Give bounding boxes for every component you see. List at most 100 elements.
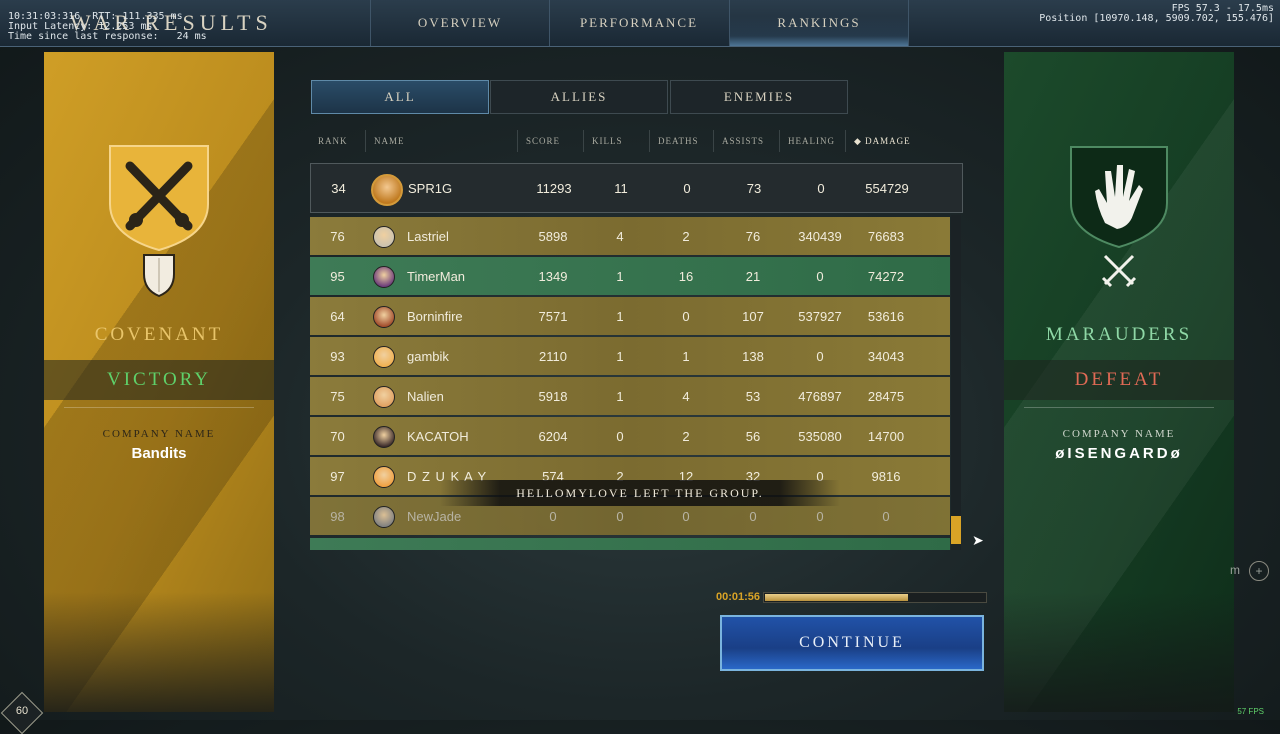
rank-cell: 70 <box>330 428 345 444</box>
score-cell: 1349 <box>538 268 568 284</box>
timer-progress-fill <box>765 594 908 601</box>
rank-cell: 64 <box>330 308 345 324</box>
damage-cell: 9816 <box>871 468 901 484</box>
player-name: gambik <box>407 348 449 364</box>
deaths-cell: 4 <box>682 388 690 404</box>
damage-cell: 554729 <box>865 180 909 196</box>
avatar <box>373 386 395 408</box>
group-notification: HELLOMYLOVE LEFT THE GROUP. <box>440 480 840 506</box>
filter-tab-all[interactable]: ALL <box>311 80 489 114</box>
damage-cell: 74272 <box>867 268 905 284</box>
score-cell: 5898 <box>538 228 568 244</box>
assists-cell: 107 <box>742 308 764 324</box>
assists-cell: 76 <box>745 228 761 244</box>
table-header: RANK NAME SCORE KILLS DEATHS ASSISTS HEA… <box>310 130 965 152</box>
debug-line: Time since last response: 24 ms <box>8 31 207 42</box>
tab-performance[interactable]: PERFORMANCE <box>549 0 728 46</box>
table-row-partial <box>310 538 950 550</box>
assists-cell: 138 <box>742 348 764 364</box>
kills-cell: 1 <box>616 388 624 404</box>
rank-cell: 93 <box>330 348 345 364</box>
timer-progress-bar <box>763 592 987 603</box>
rank-cell: 97 <box>330 468 345 484</box>
kills-cell: 4 <box>616 228 624 244</box>
damage-cell: 34043 <box>867 348 905 364</box>
continue-button[interactable]: CONTINUE <box>720 615 984 671</box>
right-company-name: øISENGARDø <box>1055 445 1183 462</box>
kills-cell: 1 <box>616 308 624 324</box>
score-cell: 7571 <box>538 308 568 324</box>
healing-cell: 535080 <box>798 428 842 444</box>
deaths-cell: 16 <box>678 268 694 284</box>
table-row[interactable]: 70 6204 0 2 56 535080 14700 KACATOH <box>310 417 950 455</box>
healing-cell: 0 <box>817 180 825 196</box>
col-damage[interactable]: ◆ DAMAGE <box>845 130 915 152</box>
fps-counter: 57 FPS <box>1237 707 1264 716</box>
shield-icon <box>143 254 175 298</box>
deaths-cell: 0 <box>682 308 690 324</box>
assists-cell: 73 <box>746 180 762 196</box>
avatar <box>373 506 395 528</box>
kills-cell: 1 <box>616 348 624 364</box>
avatar <box>373 466 395 488</box>
filter-tab-allies[interactable]: ALLIES <box>490 80 668 114</box>
table-row[interactable]: 64 7571 1 0 107 537927 53616 Borninfire <box>310 297 950 335</box>
score-cell: 2110 <box>539 348 567 364</box>
tab-overview[interactable]: OVERVIEW <box>370 0 549 46</box>
col-deaths[interactable]: DEATHS <box>649 130 713 152</box>
rank-cell: 34 <box>331 180 346 196</box>
healing-cell: 340439 <box>798 228 842 244</box>
deaths-cell: 0 <box>683 180 691 196</box>
kills-cell: 0 <box>616 428 624 444</box>
healing-cell: 476897 <box>798 388 842 404</box>
healing-cell: 537927 <box>798 308 842 324</box>
level-number: 60 <box>15 705 29 717</box>
player-name: Nalien <box>407 388 444 404</box>
damage-cell: 28475 <box>867 388 905 404</box>
banner-bottom-fade <box>44 592 274 712</box>
plus-icon[interactable]: + <box>1249 561 1269 581</box>
fps-overlay: FPS 57.3 - 17.5ms Position [10970.148, 5… <box>1039 4 1274 24</box>
deaths-cell: 2 <box>682 428 690 444</box>
table-row[interactable]: 93 2110 1 1 138 0 34043 gambik <box>310 337 950 375</box>
avatar <box>371 174 403 206</box>
filter-tab-enemies[interactable]: ENEMIES <box>670 80 848 114</box>
table-row-self[interactable]: 34 SPR1G 11293 11 0 73 0 554729 <box>310 163 963 213</box>
table-row[interactable]: 95 1349 1 16 21 0 74272 TimerMan <box>310 257 950 295</box>
deaths-cell: 1 <box>682 348 690 364</box>
player-name: KACATOH <box>407 428 469 444</box>
table-row[interactable]: 75 5918 1 4 53 476897 28475 Nalien <box>310 377 950 415</box>
score-cell: 5918 <box>538 388 568 404</box>
hand-print-icon <box>1070 146 1168 249</box>
mouse-cursor-icon: ➤ <box>972 532 984 548</box>
left-outcome: VICTORY <box>106 369 212 390</box>
left-company-name: Bandits <box>131 445 187 462</box>
col-assists[interactable]: ASSISTS <box>713 130 779 152</box>
player-name: SPR1G <box>408 180 453 196</box>
avatar <box>373 306 395 328</box>
avatar <box>373 226 395 248</box>
avatar <box>373 266 395 288</box>
left-outcome-strip: VICTORY <box>44 360 274 400</box>
avatar <box>373 426 395 448</box>
tab-rankings[interactable]: RANKINGS <box>729 0 909 46</box>
rank-cell: 76 <box>330 228 345 244</box>
col-score[interactable]: SCORE <box>517 130 583 152</box>
score-cell: 11293 <box>536 180 572 196</box>
side-hint-label: m <box>1230 563 1240 577</box>
left-company-label: COMPANY NAME <box>102 428 216 440</box>
healing-cell: 0 <box>816 268 824 284</box>
col-name[interactable]: NAME <box>365 130 517 152</box>
scrollbar-thumb[interactable] <box>951 516 961 544</box>
col-rank[interactable]: RANK <box>310 130 365 152</box>
rank-cell: 95 <box>330 268 345 284</box>
damage-cell: 53616 <box>867 308 905 324</box>
divider <box>1024 407 1214 408</box>
banner-bottom-fade <box>1004 592 1234 712</box>
col-kills[interactable]: KILLS <box>583 130 649 152</box>
table-row[interactable]: 76 5898 4 2 76 340439 76683 Lastriel <box>310 217 950 255</box>
rank-cell: 75 <box>330 388 345 404</box>
scrollbar-track[interactable] <box>951 215 961 550</box>
assists-cell: 56 <box>745 428 761 444</box>
col-healing[interactable]: HEALING <box>779 130 845 152</box>
